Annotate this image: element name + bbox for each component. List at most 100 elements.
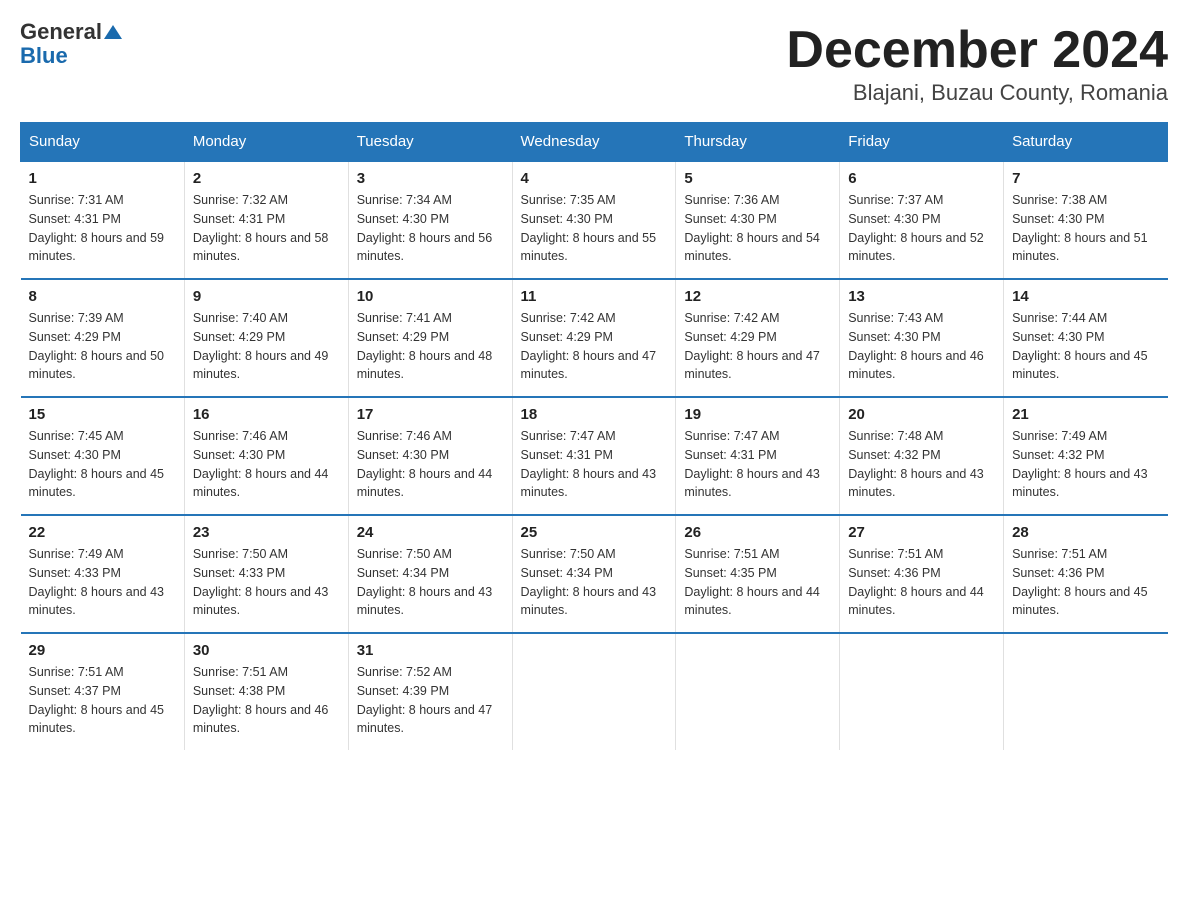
daylight-label: Daylight: 8 hours and 43 minutes. [521,585,657,618]
day-number: 5 [684,170,831,187]
sunset-label: Sunset: 4:38 PM [193,684,285,698]
sunrise-label: Sunrise: 7:46 AM [357,429,452,443]
day-info: Sunrise: 7:45 AM Sunset: 4:30 PM Dayligh… [29,427,176,502]
sunset-label: Sunset: 4:33 PM [193,566,285,580]
sunset-label: Sunset: 4:32 PM [848,448,940,462]
daylight-label: Daylight: 8 hours and 47 minutes. [684,349,820,382]
table-row [676,633,840,750]
calendar-week-row: 29 Sunrise: 7:51 AM Sunset: 4:37 PM Dayl… [21,633,1168,750]
table-row: 14 Sunrise: 7:44 AM Sunset: 4:30 PM Dayl… [1004,279,1168,397]
sunset-label: Sunset: 4:30 PM [357,448,449,462]
sunrise-label: Sunrise: 7:43 AM [848,311,943,325]
table-row: 27 Sunrise: 7:51 AM Sunset: 4:36 PM Dayl… [840,515,1004,633]
daylight-label: Daylight: 8 hours and 48 minutes. [357,349,493,382]
day-number: 21 [1012,406,1159,423]
logo-blue-text: Blue [20,43,68,68]
daylight-label: Daylight: 8 hours and 45 minutes. [29,703,165,736]
table-row: 12 Sunrise: 7:42 AM Sunset: 4:29 PM Dayl… [676,279,840,397]
sunrise-label: Sunrise: 7:51 AM [193,665,288,679]
table-row: 19 Sunrise: 7:47 AM Sunset: 4:31 PM Dayl… [676,397,840,515]
day-number: 16 [193,406,340,423]
day-info: Sunrise: 7:51 AM Sunset: 4:36 PM Dayligh… [848,545,995,620]
sunrise-label: Sunrise: 7:44 AM [1012,311,1107,325]
day-info: Sunrise: 7:51 AM Sunset: 4:37 PM Dayligh… [29,663,176,738]
sunset-label: Sunset: 4:33 PM [29,566,121,580]
sunset-label: Sunset: 4:34 PM [357,566,449,580]
table-row: 18 Sunrise: 7:47 AM Sunset: 4:31 PM Dayl… [512,397,676,515]
sunrise-label: Sunrise: 7:48 AM [848,429,943,443]
day-info: Sunrise: 7:34 AM Sunset: 4:30 PM Dayligh… [357,191,504,266]
daylight-label: Daylight: 8 hours and 44 minutes. [848,585,984,618]
daylight-label: Daylight: 8 hours and 44 minutes. [357,467,493,500]
day-number: 30 [193,642,340,659]
daylight-label: Daylight: 8 hours and 46 minutes. [848,349,984,382]
day-number: 17 [357,406,504,423]
sunset-label: Sunset: 4:30 PM [193,448,285,462]
sunrise-label: Sunrise: 7:34 AM [357,193,452,207]
sunset-label: Sunset: 4:30 PM [357,212,449,226]
daylight-label: Daylight: 8 hours and 45 minutes. [1012,585,1148,618]
sunset-label: Sunset: 4:36 PM [1012,566,1104,580]
day-number: 28 [1012,524,1159,541]
day-number: 29 [29,642,176,659]
table-row: 7 Sunrise: 7:38 AM Sunset: 4:30 PM Dayli… [1004,161,1168,279]
table-row: 28 Sunrise: 7:51 AM Sunset: 4:36 PM Dayl… [1004,515,1168,633]
sunrise-label: Sunrise: 7:31 AM [29,193,124,207]
day-info: Sunrise: 7:44 AM Sunset: 4:30 PM Dayligh… [1012,309,1159,384]
day-info: Sunrise: 7:36 AM Sunset: 4:30 PM Dayligh… [684,191,831,266]
daylight-label: Daylight: 8 hours and 47 minutes. [521,349,657,382]
sunset-label: Sunset: 4:30 PM [521,212,613,226]
day-number: 27 [848,524,995,541]
table-row: 1 Sunrise: 7:31 AM Sunset: 4:31 PM Dayli… [21,161,185,279]
day-info: Sunrise: 7:49 AM Sunset: 4:33 PM Dayligh… [29,545,176,620]
sunrise-label: Sunrise: 7:40 AM [193,311,288,325]
sunrise-label: Sunrise: 7:52 AM [357,665,452,679]
table-row: 10 Sunrise: 7:41 AM Sunset: 4:29 PM Dayl… [348,279,512,397]
table-row [512,633,676,750]
sunrise-label: Sunrise: 7:50 AM [521,547,616,561]
table-row: 31 Sunrise: 7:52 AM Sunset: 4:39 PM Dayl… [348,633,512,750]
daylight-label: Daylight: 8 hours and 43 minutes. [193,585,329,618]
day-number: 23 [193,524,340,541]
sunrise-label: Sunrise: 7:41 AM [357,311,452,325]
day-number: 12 [684,288,831,305]
sunrise-label: Sunrise: 7:47 AM [684,429,779,443]
table-row: 23 Sunrise: 7:50 AM Sunset: 4:33 PM Dayl… [184,515,348,633]
table-row: 30 Sunrise: 7:51 AM Sunset: 4:38 PM Dayl… [184,633,348,750]
sunset-label: Sunset: 4:29 PM [29,330,121,344]
page-subtitle: Blajani, Buzau County, Romania [786,80,1168,106]
sunrise-label: Sunrise: 7:49 AM [1012,429,1107,443]
day-number: 3 [357,170,504,187]
daylight-label: Daylight: 8 hours and 46 minutes. [193,703,329,736]
sunset-label: Sunset: 4:36 PM [848,566,940,580]
page-header: General Blue December 2024 Blajani, Buza… [20,20,1168,106]
table-row: 2 Sunrise: 7:32 AM Sunset: 4:31 PM Dayli… [184,161,348,279]
sunset-label: Sunset: 4:35 PM [684,566,776,580]
col-saturday: Saturday [1004,123,1168,162]
day-info: Sunrise: 7:51 AM Sunset: 4:35 PM Dayligh… [684,545,831,620]
sunset-label: Sunset: 4:34 PM [521,566,613,580]
sunset-label: Sunset: 4:37 PM [29,684,121,698]
calendar-header-row: Sunday Monday Tuesday Wednesday Thursday… [21,123,1168,162]
table-row: 16 Sunrise: 7:46 AM Sunset: 4:30 PM Dayl… [184,397,348,515]
sunrise-label: Sunrise: 7:47 AM [521,429,616,443]
sunrise-label: Sunrise: 7:46 AM [193,429,288,443]
day-number: 13 [848,288,995,305]
daylight-label: Daylight: 8 hours and 55 minutes. [521,231,657,264]
table-row [840,633,1004,750]
sunrise-label: Sunrise: 7:36 AM [684,193,779,207]
day-info: Sunrise: 7:31 AM Sunset: 4:31 PM Dayligh… [29,191,176,266]
sunset-label: Sunset: 4:29 PM [521,330,613,344]
sunrise-label: Sunrise: 7:51 AM [684,547,779,561]
day-number: 26 [684,524,831,541]
day-number: 4 [521,170,668,187]
table-row: 24 Sunrise: 7:50 AM Sunset: 4:34 PM Dayl… [348,515,512,633]
day-number: 15 [29,406,176,423]
table-row: 21 Sunrise: 7:49 AM Sunset: 4:32 PM Dayl… [1004,397,1168,515]
sunset-label: Sunset: 4:31 PM [521,448,613,462]
sunrise-label: Sunrise: 7:32 AM [193,193,288,207]
daylight-label: Daylight: 8 hours and 47 minutes. [357,703,493,736]
daylight-label: Daylight: 8 hours and 43 minutes. [848,467,984,500]
table-row: 26 Sunrise: 7:51 AM Sunset: 4:35 PM Dayl… [676,515,840,633]
col-thursday: Thursday [676,123,840,162]
